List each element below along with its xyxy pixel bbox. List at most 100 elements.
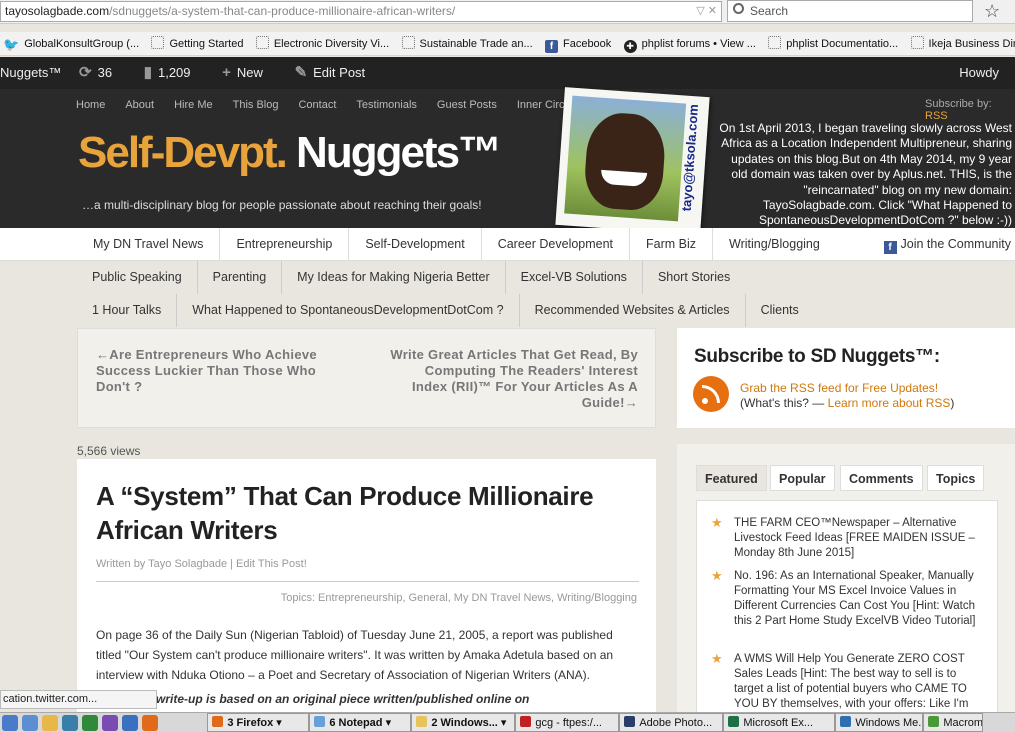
folder-icon xyxy=(416,716,428,727)
search-icon xyxy=(733,3,744,14)
post-topics[interactable]: Topics: Entrepreneurship, General, My DN… xyxy=(96,592,637,604)
top-nav-item[interactable]: About xyxy=(125,99,154,111)
tab-featured[interactable]: Featured xyxy=(696,465,767,491)
bookmark-star-icon[interactable]: ☆ xyxy=(984,1,1000,22)
nav-item[interactable]: Clients xyxy=(746,294,814,327)
nav-item[interactable]: 1 Hour Talks xyxy=(77,294,178,327)
taskbar-item[interactable]: Microsoft Ex... xyxy=(723,713,836,732)
rss-feed-link[interactable]: Grab the RSS feed for Free Updates! xyxy=(740,381,954,396)
author-portrait xyxy=(564,95,687,222)
ie-icon[interactable] xyxy=(22,715,38,731)
bookmark-item[interactable]: Ikeja Business Direct xyxy=(908,32,1015,55)
bookmarks-toolbar: 🐦 GlobalKonsultGroup (... Getting Started… xyxy=(0,32,1015,56)
taskbar-item[interactable]: 6 Notepad ▾ xyxy=(309,713,412,732)
admin-bar: Nuggets™ ⟳ 36 ▮ 1,209 + New ✎ Edit Post Howd… xyxy=(0,57,1015,89)
nav-item[interactable]: My DN Travel News xyxy=(77,228,221,261)
taskbar-item[interactable]: Windows Me... xyxy=(835,713,924,732)
bookmark-item[interactable]: 🐦 GlobalKonsultGroup (... xyxy=(0,32,145,55)
url-controls[interactable]: ▽ ✕ xyxy=(696,2,717,21)
bookmark-item[interactable]: Sustainable Trade an... xyxy=(399,32,539,55)
nav-item[interactable]: Entrepreneurship xyxy=(220,228,350,261)
tab-comments[interactable]: Comments xyxy=(840,465,923,491)
firefox-icon xyxy=(212,716,224,727)
bookmark-item[interactable]: ✚ phplist forums • View ... xyxy=(621,32,762,55)
firefox-icon[interactable] xyxy=(142,715,158,731)
app-icon[interactable] xyxy=(122,715,138,731)
next-post-link[interactable]: Write Great Articles That Get Read, By C… xyxy=(390,347,638,411)
bookmark-item[interactable]: f Facebook xyxy=(542,32,617,55)
start-orb-icon[interactable] xyxy=(2,715,18,731)
status-bar-link: cation.twitter.com... xyxy=(0,690,157,709)
post-byline[interactable]: Written by Tayo Solagbade | Edit This Po… xyxy=(96,558,307,570)
featured-item[interactable]: THE FARM CEO™Newspaper – Alternative Liv… xyxy=(734,516,982,561)
taskbar-item[interactable]: gcg - ftpes:/... xyxy=(515,713,620,732)
admin-howdy[interactable]: Howdy xyxy=(959,57,999,89)
page-icon xyxy=(151,36,165,49)
top-nav-item[interactable]: Guest Posts xyxy=(437,99,497,111)
post-body-note: write-up is based on an original piece w… xyxy=(156,692,530,706)
browser-search-input[interactable]: Search xyxy=(727,0,973,22)
top-nav-item[interactable]: Hire Me xyxy=(174,99,213,111)
nav-item[interactable]: Recommended Websites & Articles xyxy=(520,294,746,327)
main-nav-row: My DN Travel News Entrepreneurship Self-De… xyxy=(0,228,1015,261)
nav-item[interactable]: Parenting xyxy=(198,261,283,294)
nav-item[interactable]: Career Development xyxy=(482,228,631,261)
post-title: A “System” That Can Produce Millionaire … xyxy=(96,481,594,545)
bookmark-item[interactable]: phplist Documentatio... xyxy=(765,32,904,55)
featured-item[interactable]: A WMS Will Help You Generate ZERO COST S… xyxy=(734,652,982,710)
tab-popular[interactable]: Popular xyxy=(770,465,835,491)
taskbar-item[interactable]: 2 Windows... ▾ xyxy=(411,713,516,732)
subscribe-heading: Subscribe to SD Nuggets™: xyxy=(694,346,940,367)
nav-item[interactable]: Public Speaking xyxy=(77,261,198,294)
featured-item[interactable]: No. 196: As an International Speaker, Ma… xyxy=(734,569,982,629)
taskbar-item[interactable]: 3 Firefox ▾ xyxy=(207,713,310,732)
top-nav-item[interactable]: This Blog xyxy=(233,99,279,111)
learn-rss-link[interactable]: Learn more about RSS xyxy=(828,396,951,410)
photoshop-icon xyxy=(624,716,636,727)
app-icon[interactable] xyxy=(102,715,118,731)
rss-text: Grab the RSS feed for Free Updates! (Wha… xyxy=(740,381,955,410)
nav-item[interactable]: What Happened to SpontaneousDevelopmentD… xyxy=(177,294,520,327)
top-nav: Home About Hire Me This Blog Contact Testimon… xyxy=(76,97,593,111)
nav-item[interactable]: Short Stories xyxy=(643,261,745,294)
header-notice: On 1st April 2013, I began traveling slo… xyxy=(719,121,1012,228)
nav-item[interactable]: Farm Biz xyxy=(630,228,714,261)
nav-item[interactable]: Excel-VB Solutions xyxy=(506,261,643,294)
app-icon[interactable] xyxy=(82,715,98,731)
admin-edit-post[interactable]: ✎ Edit Post xyxy=(295,57,380,89)
media-icon[interactable] xyxy=(62,715,78,731)
star-icon: ★ xyxy=(711,568,723,583)
taskbar-item[interactable]: Adobe Photo... xyxy=(619,713,724,732)
smiley-icon[interactable] xyxy=(42,715,58,731)
previous-post-link[interactable]: ←Are Entrepreneurs Who Achieve Success L… xyxy=(96,347,346,395)
filezilla-icon xyxy=(520,716,532,727)
macromedia-icon xyxy=(928,716,940,727)
subscribe-by: Subscribe by: RSS xyxy=(925,98,992,122)
admin-comments[interactable]: ▮ 1,209 xyxy=(144,57,205,89)
top-nav-item[interactable]: Contact xyxy=(298,99,336,111)
excel-icon xyxy=(728,716,740,727)
top-nav-item[interactable]: Home xyxy=(76,99,105,111)
address-bar[interactable]: tayosolagbade.com/sdnuggets/a-system-tha… xyxy=(0,1,722,22)
top-nav-item[interactable]: Testimonials xyxy=(356,99,417,111)
join-community-link[interactable]: f Join the Community xyxy=(883,228,1011,261)
page-icon xyxy=(401,36,415,49)
media-player-icon xyxy=(840,716,852,727)
taskbar-item[interactable]: Macrome xyxy=(923,713,984,732)
nav-item[interactable]: Writing/Blogging xyxy=(713,228,836,261)
nav-item[interactable]: Self-Development xyxy=(349,228,482,261)
author-photo: tayo@tksola.com xyxy=(555,87,710,235)
site-logo[interactable]: Self-Devpt. Nuggets™ xyxy=(78,128,502,178)
main-nav-row: Public Speaking Parenting My Ideas for Mak… xyxy=(77,261,745,294)
facebook-icon: f xyxy=(544,40,558,53)
bookmark-item[interactable]: Getting Started xyxy=(148,32,249,55)
tab-topics[interactable]: Topics xyxy=(927,465,985,491)
admin-updates[interactable]: ⟳ 36 xyxy=(79,57,126,89)
nav-item[interactable]: My Ideas for Making Nigeria Better xyxy=(282,261,506,294)
rss-icon[interactable] xyxy=(693,376,729,412)
bookmark-item[interactable]: Electronic Diversity Vi... xyxy=(253,32,395,55)
admin-site-name[interactable]: Nuggets™ xyxy=(0,57,61,89)
page-icon xyxy=(255,36,269,49)
admin-new[interactable]: + New xyxy=(222,57,277,89)
star-icon: ★ xyxy=(711,651,723,666)
